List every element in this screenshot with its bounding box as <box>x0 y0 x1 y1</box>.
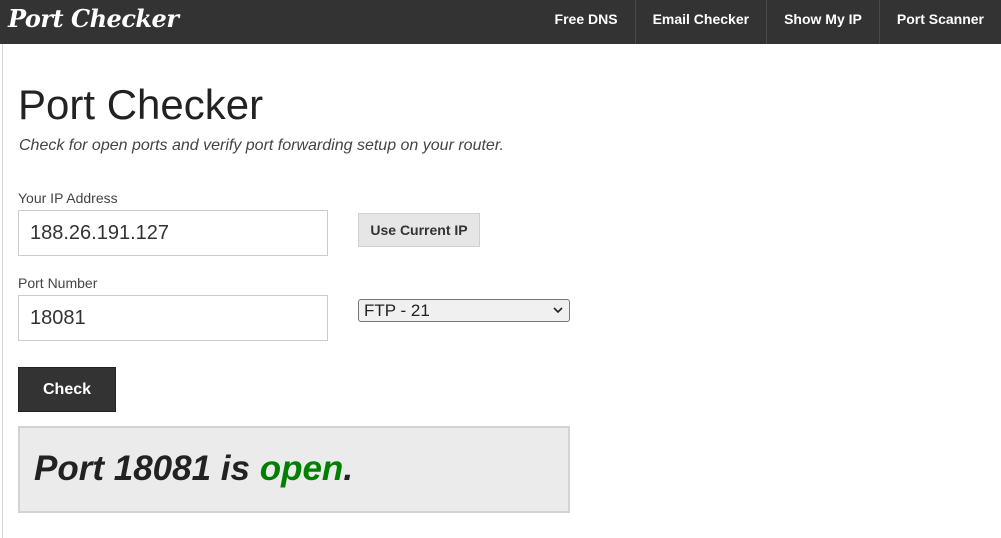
result-suffix: . <box>343 449 354 488</box>
result-box: Port 18081 is open. <box>18 426 570 513</box>
chevron-down-icon <box>553 307 563 314</box>
service-select[interactable]: FTP - 21 <box>358 299 570 322</box>
check-button[interactable]: Check <box>18 367 116 412</box>
page-title: Port Checker <box>18 81 264 128</box>
port-number-label: Port Number <box>18 275 98 291</box>
top-navbar: Port Checker Free DNS Email Checker Show… <box>0 0 1001 44</box>
page-subtitle: Check for open ports and verify port for… <box>19 137 504 154</box>
status-open: open <box>259 449 344 488</box>
left-divider <box>2 44 3 538</box>
nav-item-port-scanner[interactable]: Port Scanner <box>878 0 1001 44</box>
service-select-value: FTP - 21 <box>364 301 430 320</box>
result-prefix: Port 18081 is <box>34 449 260 488</box>
nav-item-show-my-ip[interactable]: Show My IP <box>766 0 879 44</box>
nav-item-free-dns[interactable]: Free DNS <box>538 0 635 44</box>
page: Port Checker Free DNS Email Checker Show… <box>0 0 1001 538</box>
port-number-input[interactable] <box>18 295 328 341</box>
brand-logo[interactable]: Port Checker <box>0 0 179 44</box>
nav-item-email-checker[interactable]: Email Checker <box>634 0 767 44</box>
ip-address-label: Your IP Address <box>18 190 118 206</box>
nav-links: Free DNS Email Checker Show My IP Port S… <box>538 0 1001 44</box>
result-message: Port 18081 is open. <box>34 448 353 490</box>
ip-address-input[interactable] <box>18 210 328 256</box>
use-current-ip-button[interactable]: Use Current IP <box>358 213 480 247</box>
